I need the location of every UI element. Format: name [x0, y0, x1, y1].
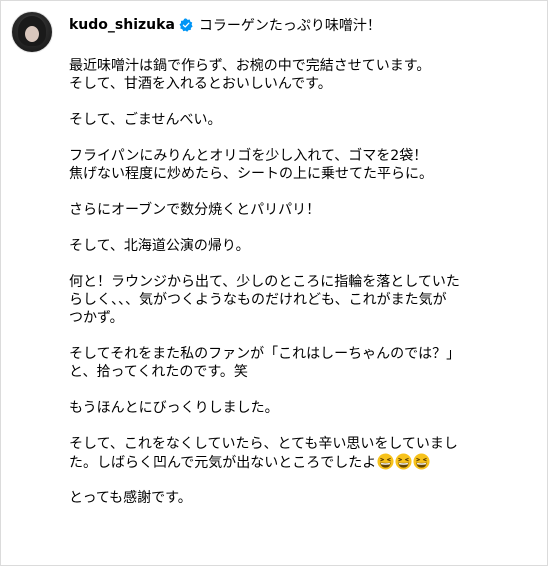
caption-line: 焦げない程度に炒めたら、シートの上に乗せてた平らに。 — [69, 166, 433, 182]
caption-line: そして、北海道公演の帰り。 — [69, 238, 250, 254]
caption-line: さらにオーブンで数分焼くとパリパリ！ — [69, 202, 321, 218]
caption-paragraph: 最近味噌汁は鍋で作らず、お椀の中で完結させています。 そして、甘酒を入れるとおい… — [69, 57, 529, 93]
caption-paragraph: そして、北海道公演の帰り。 — [69, 237, 529, 255]
caption-line-text: た。しばらく凹んで元気が出ないところでしたよ — [69, 455, 377, 471]
verified-badge-icon — [179, 18, 193, 32]
caption-paragraph: そしてそれをまた私のファンが「これはしーちゃんのでは？」 と、拾ってくれたのです… — [69, 345, 529, 381]
grinning-squinting-face-icon — [413, 453, 430, 470]
caption-line: そしてそれをまた私のファンが「これはしーちゃんのでは？」 — [69, 346, 461, 362]
avatar-face — [25, 26, 39, 42]
caption-header: kudo_shizuka コラーゲンたっぷり味噌汁！ — [69, 14, 381, 36]
caption-line: 最近味噌汁は鍋で作らず、お椀の中で完結させています。 — [69, 58, 431, 74]
caption-paragraph: もうほんとにびっくりしました。 — [69, 399, 529, 417]
caption-line: 何と！ラウンジから出て、少しのところに指輪を落としていた — [69, 274, 460, 290]
caption-line-with-emoji: た。しばらく凹んで元気が出ないところでしたよ — [69, 453, 529, 471]
caption-body: 最近味噌汁は鍋で作らず、お椀の中で完結させています。 そして、甘酒を入れるとおい… — [69, 57, 529, 525]
caption-line: フライパンにみりんとオリゴを少し入れて、ゴマを2袋！ — [69, 148, 428, 164]
caption-title: コラーゲンたっぷり味噌汁！ — [198, 18, 381, 34]
caption-paragraph: そして、これをなくしていたら、とても辛い思いをしていまし た。しばらく凹んで元気… — [69, 435, 529, 471]
caption-line: らしく、、、気がつくようなものだけれども、これがまた気が — [69, 292, 447, 308]
caption-line: そして、ごませんべい。 — [69, 112, 222, 128]
caption-line: とっても感謝です。 — [69, 490, 192, 506]
caption-paragraph: さらにオーブンで数分焼くとパリパリ！ — [69, 201, 529, 219]
caption-paragraph: とっても感謝です。 — [69, 489, 529, 507]
grinning-squinting-face-icon — [395, 453, 412, 470]
username-link[interactable]: kudo_shizuka — [69, 17, 175, 33]
caption-line: と、拾ってくれたのです。笑 — [69, 364, 248, 380]
caption-paragraph: フライパンにみりんとオリゴを少し入れて、ゴマを2袋！ 焦げない程度に炒めたら、シ… — [69, 147, 529, 183]
caption-line: つかず。 — [69, 310, 124, 326]
post-container: kudo_shizuka コラーゲンたっぷり味噌汁！ 最近味噌汁は鍋で作らず、お… — [0, 0, 548, 566]
avatar[interactable] — [11, 11, 53, 53]
caption-line: そして、甘酒を入れるとおいしいんです。 — [69, 76, 332, 92]
grinning-squinting-face-icon — [377, 453, 394, 470]
caption-line: もうほんとにびっくりしました。 — [69, 400, 279, 416]
caption-paragraph: そして、ごませんべい。 — [69, 111, 529, 129]
caption-paragraph: 何と！ラウンジから出て、少しのところに指輪を落としていた らしく、、、気がつくよ… — [69, 273, 529, 327]
caption-line: そして、これをなくしていたら、とても辛い思いをしていまし — [69, 436, 458, 452]
